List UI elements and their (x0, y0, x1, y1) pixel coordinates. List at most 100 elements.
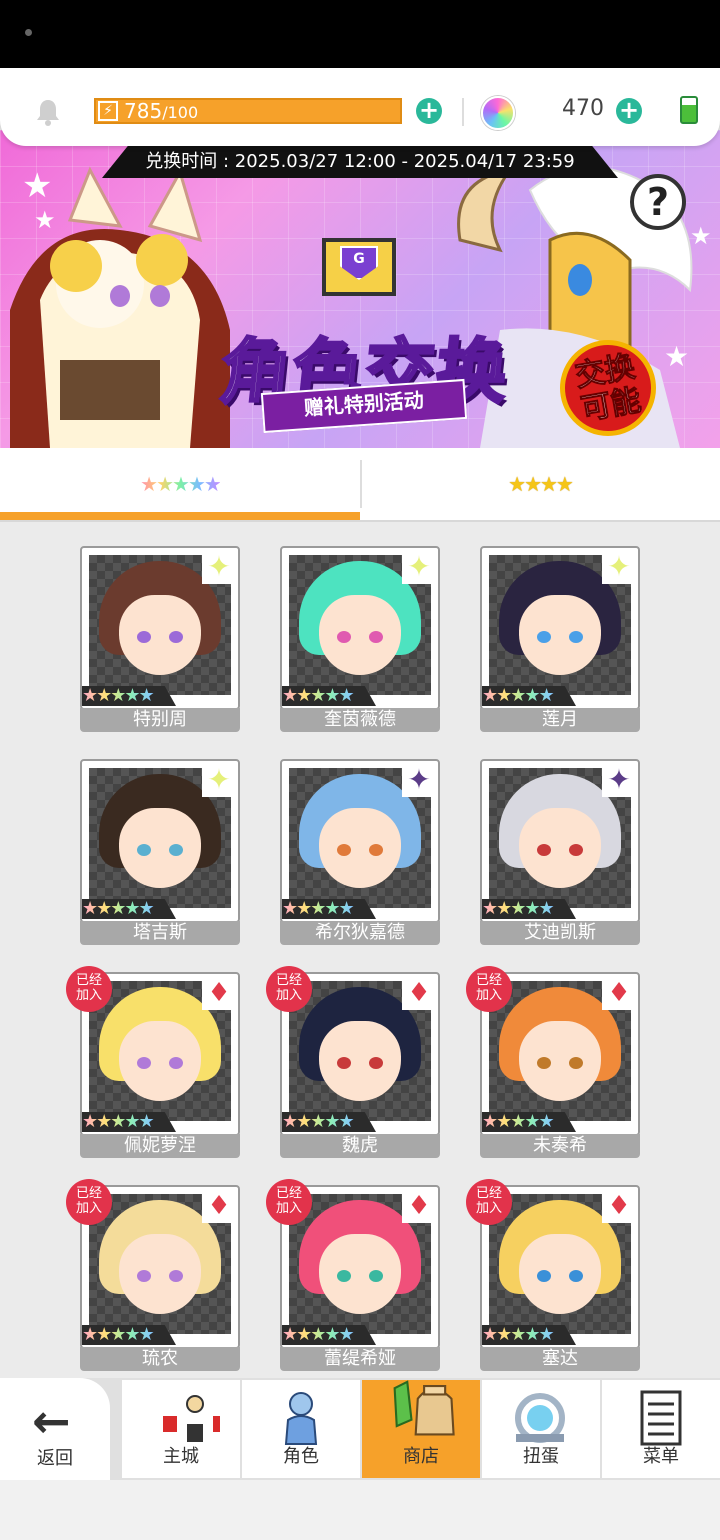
nav-castle[interactable]: 主城 (122, 1380, 240, 1478)
nav-gacha-label: 扭蛋 (523, 1446, 559, 1467)
energy-max: /100 (162, 103, 199, 122)
gem-count: 470 (562, 96, 604, 121)
energy-bar: ⚡ 785/100 (94, 98, 402, 124)
element-icon: ♦ (202, 1189, 236, 1223)
character-name: 艾迪凯斯 (480, 921, 640, 945)
character-name: 塞达 (480, 1347, 640, 1371)
portrait-eye (537, 631, 551, 643)
portrait-eye (337, 631, 351, 643)
character-name: 佩妮萝涅 (80, 1134, 240, 1158)
card-frame: ✦ ★★★★★ (280, 546, 440, 710)
element-icon: ✦ (202, 550, 236, 584)
portrait-face (519, 1021, 601, 1101)
portrait-eye (569, 1057, 583, 1069)
rarity-stars: ★★★★★ (82, 1112, 176, 1132)
element-icon: ♦ (402, 976, 436, 1010)
exchange-time: 兑换时间 : 2025.03/27 12:00 - 2025.04/17 23:… (102, 146, 618, 178)
character-card[interactable]: ✦ ★★★★★ 希尔狄嘉德 (280, 759, 440, 945)
character-card[interactable]: ✦ ★★★★★ 莲月 (480, 546, 640, 732)
portrait-eye (337, 844, 351, 856)
gem-orb-icon (481, 96, 515, 130)
portrait-face (119, 808, 201, 888)
character-card[interactable]: ♦ ★★★★★ 未奏希 已经 加入 (466, 966, 640, 1158)
element-icon: ✦ (602, 550, 636, 584)
tab-four-star[interactable]: ★★★★ (360, 448, 720, 522)
add-energy-button[interactable]: + (416, 98, 442, 124)
element-icon: ✦ (202, 763, 236, 797)
portrait-eye (137, 1057, 151, 1069)
character-card[interactable]: ✦ ★★★★★ 奎茵薇德 (280, 546, 440, 732)
energy-value: 785/100 (124, 99, 198, 123)
rarity-stars: ★★★★★ (482, 1325, 576, 1345)
rarity-stars: ★★★★★ (482, 686, 576, 706)
element-icon: ♦ (202, 976, 236, 1010)
portrait-eye (369, 1270, 383, 1282)
nav-gacha[interactable]: 扭蛋 (482, 1380, 600, 1478)
portrait-eye (137, 631, 151, 643)
portrait-face (519, 1234, 601, 1314)
character-card[interactable]: ✦ ★★★★★ 塔吉斯 (80, 759, 240, 945)
character-card[interactable]: ♦ ★★★★★ 塞达 已经 加入 (466, 1179, 640, 1371)
portrait-eye (537, 844, 551, 856)
add-gem-button[interactable]: + (616, 98, 642, 124)
gacha-icon (515, 1393, 565, 1443)
portrait-eye (169, 1270, 183, 1282)
tab-five-star[interactable]: ★★★★★ (0, 448, 360, 522)
character-name: 希尔狄嘉德 (280, 921, 440, 945)
character-card[interactable]: ✦ ★★★★★ 特别周 (80, 546, 240, 732)
portrait-eye (137, 844, 151, 856)
portrait-eye (537, 1057, 551, 1069)
back-button[interactable]: ← 返回 (0, 1378, 110, 1480)
nav-shop[interactable]: 商店 (362, 1380, 480, 1478)
mail-letter: G (340, 246, 378, 280)
character-card[interactable]: ♦ ★★★★★ 魏虎 已经 加入 (266, 966, 440, 1158)
nav-menu[interactable]: 菜单 (602, 1380, 720, 1478)
portrait-eye (337, 1270, 351, 1282)
joined-badge: 已经 加入 (66, 1179, 112, 1225)
bottom-navigation: ← 返回 主城 角色 商店 扭蛋 菜单 (0, 1378, 720, 1480)
character-card[interactable]: ♦ ★★★★★ 琉农 已经 加入 (66, 1179, 240, 1371)
card-frame: ✦ ★★★★★ (480, 759, 640, 923)
joined-badge: 已经 加入 (466, 966, 512, 1012)
nav-character[interactable]: 角色 (242, 1380, 360, 1478)
portrait-face (319, 1021, 401, 1101)
character-name: 奎茵薇德 (280, 708, 440, 732)
character-grid: ✦ ★★★★★ 特别周 ✦ ★★★★★ 奎茵薇德 ✦ ★★★★★ 莲月 ✦ ★★★★★ 塔吉斯 ✦ ★★★… (0, 522, 720, 1382)
portrait-face (319, 1234, 401, 1314)
character-name: 特别周 (80, 708, 240, 732)
portrait-face (319, 595, 401, 675)
tab-selected-indicator (0, 512, 360, 520)
portrait-eye (337, 1057, 351, 1069)
bell-icon[interactable] (32, 96, 64, 128)
castle-icon (163, 1395, 220, 1442)
rarity-stars: ★★★★★ (482, 1112, 576, 1132)
portrait-face (119, 1234, 201, 1314)
event-banner: ★ ★ ★ ★ 兑换时间 : 2025.03/27 12:00 - 2025.0… (0, 130, 720, 448)
back-arrow-icon: ← (32, 1394, 71, 1448)
menu-icon (640, 1390, 682, 1446)
status-bar (0, 0, 720, 68)
rarity-stars: ★★★★★ (282, 1112, 376, 1132)
help-button[interactable]: ? (630, 174, 686, 230)
character-card[interactable]: ♦ ★★★★★ 蕾缇希娅 已经 加入 (266, 1179, 440, 1371)
character-name: 莲月 (480, 708, 640, 732)
rarity-tabs: ★★★★★ ★★★★ (0, 448, 720, 522)
character-card[interactable]: ♦ ★★★★★ 佩妮萝涅 已经 加入 (66, 966, 240, 1158)
element-icon: ♦ (602, 1189, 636, 1223)
portrait-face (119, 1021, 201, 1101)
character-icon (284, 1392, 318, 1445)
portrait-face (319, 808, 401, 888)
mail-icon: G (322, 238, 396, 296)
portrait-face (519, 808, 601, 888)
card-frame: ✦ ★★★★★ (480, 546, 640, 710)
joined-badge: 已经 加入 (66, 966, 112, 1012)
character-card[interactable]: ✦ ★★★★★ 艾迪凯斯 (480, 759, 640, 945)
energy-current: 785 (124, 99, 163, 123)
shop-icon (393, 1380, 455, 1436)
character-name: 琉农 (80, 1347, 240, 1371)
divider (462, 98, 464, 126)
card-frame: ✦ ★★★★★ (80, 546, 240, 710)
joined-badge: 已经 加入 (266, 966, 312, 1012)
element-icon: ✦ (402, 550, 436, 584)
portrait-eye (537, 1270, 551, 1282)
